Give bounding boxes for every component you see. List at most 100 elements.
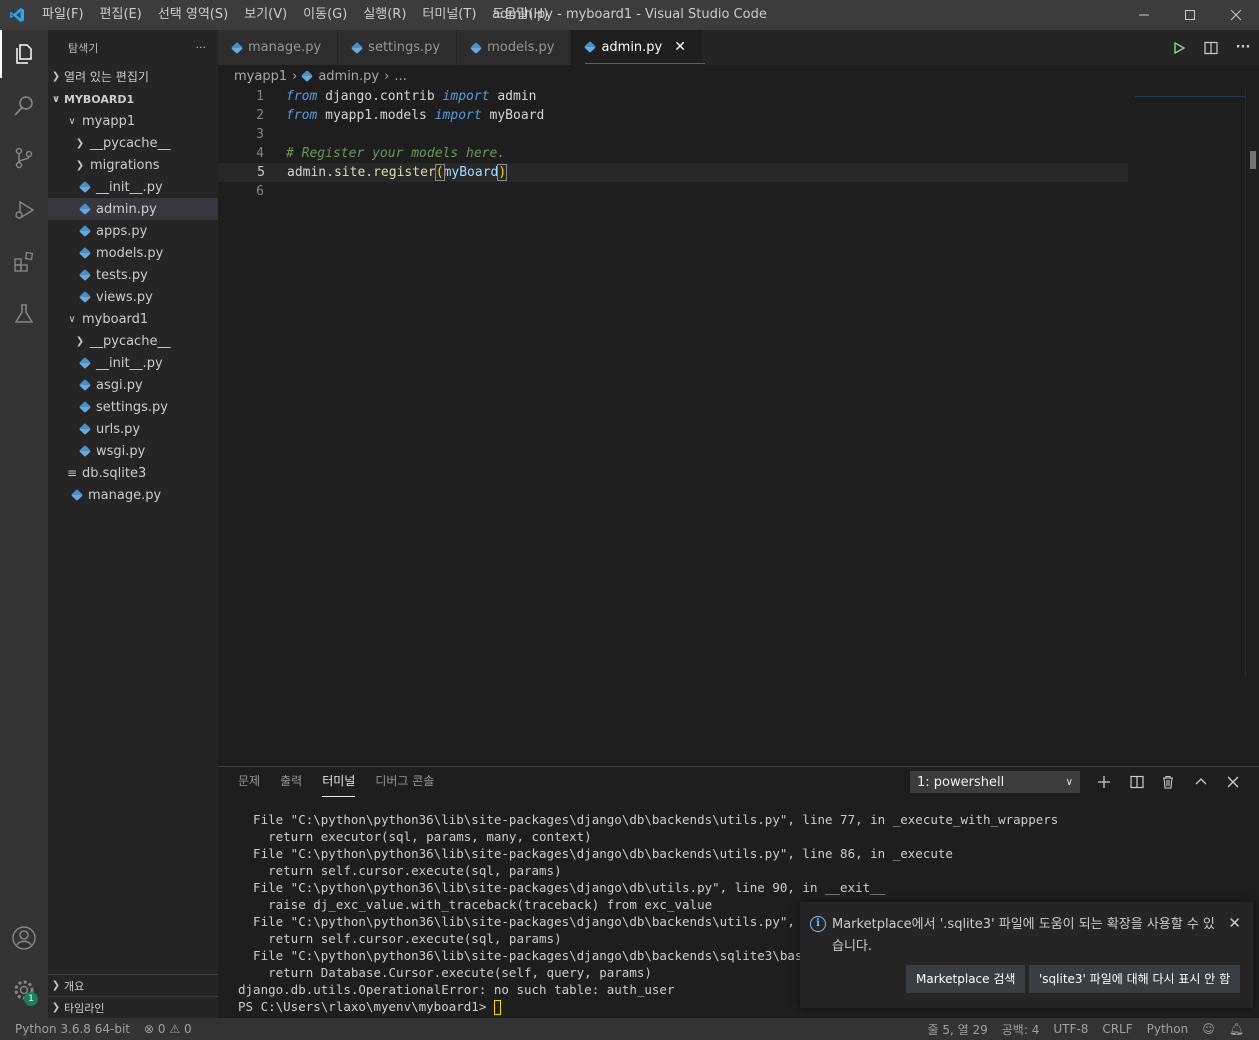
python-file-icon bbox=[78, 224, 92, 238]
code-editor[interactable]: 1 from django.contrib import admin 2 fro… bbox=[218, 87, 1259, 767]
panel-tab-problems[interactable]: 문제 bbox=[238, 767, 260, 797]
tab-models-py[interactable]: models.py bbox=[457, 30, 572, 65]
tree-item-label: myboard1 bbox=[82, 311, 149, 327]
scrollbar-thumb[interactable] bbox=[1250, 151, 1256, 169]
minimap[interactable] bbox=[1135, 87, 1245, 97]
menu-view[interactable]: 보기(V) bbox=[236, 0, 295, 30]
end-of-line[interactable]: CRLF bbox=[1095, 1022, 1139, 1036]
python-interpreter[interactable]: Python 3.6.8 64-bit bbox=[8, 1022, 137, 1036]
menu-selection[interactable]: 선택 영역(S) bbox=[150, 0, 236, 30]
close-tab-icon[interactable]: ✕ bbox=[674, 39, 686, 55]
tree-item[interactable]: views.py bbox=[48, 286, 218, 308]
tree-item[interactable]: ❯ __pycache__ bbox=[48, 330, 218, 352]
dont-show-again-button[interactable]: 'sqlite3' 파일에 대해 다시 표시 안 함 bbox=[1029, 965, 1241, 993]
source-control-icon[interactable] bbox=[0, 134, 48, 182]
menu-terminal[interactable]: 터미널(T) bbox=[414, 0, 484, 30]
breadcrumb-more[interactable]: ... bbox=[394, 69, 406, 84]
tree-item[interactable]: ∨ myapp1 bbox=[48, 110, 218, 132]
tree-item[interactable]: wsgi.py bbox=[48, 440, 218, 462]
encoding[interactable]: UTF-8 bbox=[1046, 1022, 1095, 1036]
cursor-position[interactable]: 줄 5, 열 29 bbox=[921, 1021, 995, 1038]
tree-item[interactable]: ≡ db.sqlite3 bbox=[48, 462, 218, 484]
timeline-section[interactable]: ❯ 타임라인 bbox=[48, 996, 218, 1018]
split-editor-icon[interactable] bbox=[1195, 40, 1227, 56]
tree-item[interactable]: models.py bbox=[48, 242, 218, 264]
tab-manage-py[interactable]: manage.py bbox=[218, 30, 339, 65]
indentation[interactable]: 공백: 4 bbox=[995, 1021, 1047, 1038]
tab-label: admin.py bbox=[601, 39, 663, 55]
line-number: 6 bbox=[256, 184, 264, 199]
minimize-button[interactable] bbox=[1121, 0, 1167, 30]
close-notification-icon[interactable]: ✕ bbox=[1228, 914, 1241, 932]
new-terminal-icon[interactable] bbox=[1092, 771, 1116, 793]
tree-item[interactable]: __init__.py bbox=[48, 352, 218, 374]
tab-admin-py[interactable]: admin.py ✕ bbox=[571, 30, 703, 65]
menu-go[interactable]: 이동(G) bbox=[295, 0, 355, 30]
breadcrumb-folder[interactable]: myapp1 bbox=[234, 69, 287, 84]
marketplace-search-button[interactable]: Marketplace 검색 bbox=[906, 965, 1026, 993]
code-line-current: 5 admin.site.register(myBoard) bbox=[218, 163, 1128, 182]
tree-item[interactable]: settings.py bbox=[48, 396, 218, 418]
menu-run[interactable]: 실행(R) bbox=[355, 0, 414, 30]
problems-summary[interactable]: ⊗ 0 ⚠ 0 bbox=[137, 1022, 199, 1036]
accounts-icon[interactable] bbox=[0, 914, 48, 962]
code-line: 3 bbox=[218, 125, 1128, 144]
outline-section[interactable]: ❯ 개요 bbox=[48, 974, 218, 996]
explorer-icon[interactable] bbox=[0, 30, 48, 78]
search-icon[interactable] bbox=[0, 82, 48, 130]
feedback-icon[interactable]: ☺ bbox=[1195, 1022, 1222, 1036]
tree-item[interactable]: tests.py bbox=[48, 264, 218, 286]
maximize-panel-chevron-up-icon[interactable] bbox=[1189, 771, 1213, 793]
notifications-bell-icon[interactable]: 🔔︎ bbox=[1222, 1022, 1251, 1036]
tab-settings-py[interactable]: settings.py bbox=[338, 30, 458, 65]
code-line: 6 bbox=[218, 182, 1128, 201]
close-window-button[interactable] bbox=[1213, 0, 1259, 30]
maximize-button[interactable] bbox=[1167, 0, 1213, 30]
language-mode[interactable]: Python bbox=[1140, 1022, 1196, 1036]
chevron-right-icon: › bbox=[384, 68, 390, 84]
run-debug-icon[interactable] bbox=[0, 186, 48, 234]
workspace-section[interactable]: ∨ MYBOARD1 bbox=[48, 88, 218, 110]
chevron-right-icon: ❯ bbox=[75, 335, 85, 347]
panel-tab-output[interactable]: 출력 bbox=[280, 767, 302, 797]
terminal-line: return executor(sql, params, many, conte… bbox=[238, 829, 592, 844]
testing-flask-icon[interactable] bbox=[0, 290, 48, 338]
tree-item[interactable]: urls.py bbox=[48, 418, 218, 440]
chevron-right-icon: ❯ bbox=[75, 137, 85, 149]
kill-terminal-trash-icon[interactable] bbox=[1156, 771, 1180, 793]
python-file-icon bbox=[230, 41, 244, 54]
explorer-more-button[interactable]: ··· bbox=[196, 41, 207, 54]
code-line: 2 from myapp1.models import myBoard bbox=[218, 106, 1128, 125]
tree-item[interactable]: ❯ migrations bbox=[48, 154, 218, 176]
extensions-icon[interactable] bbox=[0, 238, 48, 286]
close-panel-icon[interactable] bbox=[1221, 771, 1245, 793]
menu-help[interactable]: 도움말(H) bbox=[484, 0, 556, 30]
tree-item-label: apps.py bbox=[96, 223, 148, 239]
tree-item[interactable]: asgi.py bbox=[48, 374, 218, 396]
tree-item[interactable]: apps.py bbox=[48, 220, 218, 242]
code-text: from django.contrib import admin bbox=[286, 89, 537, 104]
settings-gear-icon[interactable]: 1 bbox=[0, 966, 48, 1014]
split-terminal-icon[interactable] bbox=[1125, 771, 1149, 793]
menu-edit[interactable]: 편집(E) bbox=[92, 0, 150, 30]
open-editors-section[interactable]: ❯ 열려 있는 편집기 bbox=[48, 65, 218, 87]
panel-tab-terminal[interactable]: 터미널 bbox=[322, 767, 356, 797]
editor-scrollbar[interactable] bbox=[1245, 87, 1259, 677]
menu-file[interactable]: 파일(F) bbox=[34, 0, 92, 30]
tree-item[interactable]: ∨ myboard1 bbox=[48, 308, 218, 330]
terminal-select[interactable]: 1: powershell ∨ bbox=[910, 771, 1080, 793]
tree-item[interactable]: admin.py bbox=[48, 198, 218, 220]
tree-item[interactable]: ❯ __pycache__ bbox=[48, 132, 218, 154]
run-python-file-icon[interactable] bbox=[1163, 41, 1195, 55]
line-number: 2 bbox=[256, 108, 264, 123]
window-controls bbox=[1121, 0, 1259, 30]
more-actions-icon[interactable]: ··· bbox=[1227, 40, 1259, 55]
tree-item[interactable]: __init__.py bbox=[48, 176, 218, 198]
panel-tab-debug-console[interactable]: 디버그 콘솔 bbox=[375, 767, 434, 797]
tree-item-label: views.py bbox=[96, 289, 153, 305]
warning-count: 0 bbox=[183, 1022, 192, 1036]
menu-bar: 파일(F) 편집(E) 선택 영역(S) 보기(V) 이동(G) 실행(R) 터… bbox=[34, 0, 556, 30]
breadcrumb-file[interactable]: admin.py bbox=[318, 69, 379, 84]
tree-item[interactable]: manage.py bbox=[48, 484, 218, 506]
title-bar: 파일(F) 편집(E) 선택 영역(S) 보기(V) 이동(G) 실행(R) 터… bbox=[0, 0, 1259, 30]
